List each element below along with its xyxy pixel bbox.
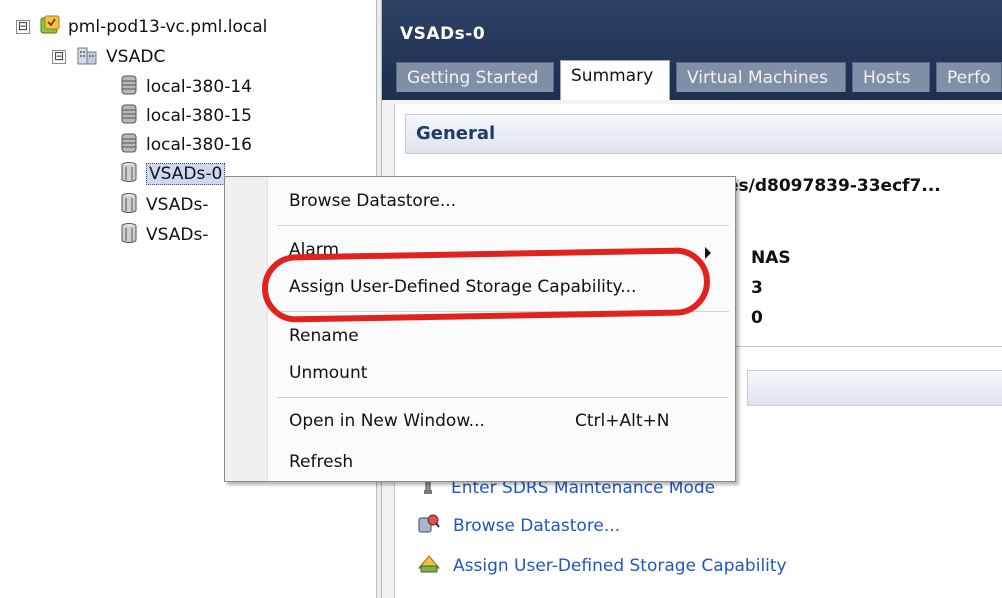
tree-label: local-380-14 bbox=[146, 77, 252, 97]
datacenter-icon bbox=[76, 44, 98, 71]
assign-storage-capability-link[interactable]: Assign User-Defined Storage Capability bbox=[417, 552, 787, 579]
tree-node-datastore[interactable]: local-380-15 bbox=[120, 103, 252, 129]
tree-node-datastore[interactable]: local-380-14 bbox=[120, 74, 252, 100]
menu-separator bbox=[277, 397, 729, 399]
datastore-icon bbox=[120, 132, 138, 159]
tree-label: VSADs- bbox=[146, 225, 209, 245]
browse-datastore-icon bbox=[417, 512, 441, 539]
nfs-datastore-icon bbox=[120, 161, 138, 188]
tab-performance[interactable]: Perfo bbox=[936, 62, 1002, 92]
menu-item-open-new-window[interactable]: Open in New Window... bbox=[289, 411, 485, 431]
tree-label: local-380-15 bbox=[146, 106, 252, 126]
browse-datastore-link[interactable]: Browse Datastore... bbox=[417, 512, 620, 539]
tree-label-vcenter: pml-pod13-vc.pml.local bbox=[68, 17, 268, 37]
datastore-icon bbox=[120, 103, 138, 130]
object-title: VSADs-0 bbox=[400, 24, 486, 44]
tree-node-datacenter[interactable]: ⊟ VSADC bbox=[52, 44, 165, 70]
tree-node-vcenter[interactable]: ⊟ pml-pod13-vc.pml.local bbox=[16, 14, 267, 40]
nfs-datastore-icon bbox=[120, 192, 138, 219]
menu-item-browse-datastore[interactable]: Browse Datastore... bbox=[289, 191, 456, 211]
virtual-machines-value: 0 bbox=[751, 308, 763, 328]
menu-separator bbox=[277, 225, 729, 227]
browse-datastore-label: Browse Datastore... bbox=[453, 515, 621, 536]
menu-item-rename[interactable]: Rename bbox=[289, 326, 359, 346]
tab-virtual-machines[interactable]: Virtual Machines bbox=[676, 62, 846, 92]
nfs-datastore-icon bbox=[120, 222, 138, 249]
tree-node-datastore-selected[interactable]: VSADs-0 bbox=[120, 161, 226, 188]
tree-node-datastore[interactable]: VSADs- bbox=[120, 222, 208, 248]
tab-summary[interactable]: Summary bbox=[560, 60, 670, 100]
datastore-context-menu: Browse Datastore... Alarm Assign User-De… bbox=[224, 176, 736, 482]
general-title: General bbox=[416, 123, 496, 144]
datastore-icon bbox=[120, 74, 138, 101]
tree-label-datacenter: VSADC bbox=[106, 47, 166, 67]
datastore-type-value: NAS bbox=[751, 248, 791, 268]
connected-hosts-value: 3 bbox=[751, 278, 763, 298]
datastore-path: es/d8097839-33ecf7... bbox=[727, 176, 941, 196]
tree-node-datastore[interactable]: local-380-16 bbox=[120, 132, 252, 158]
tab-getting-started[interactable]: Getting Started bbox=[396, 62, 554, 92]
general-section-header[interactable]: General bbox=[405, 114, 1002, 154]
vcenter-icon bbox=[40, 15, 60, 40]
assign-storage-capability-label: Assign User-Defined Storage Capability bbox=[453, 555, 787, 576]
collapse-icon[interactable]: ⊟ bbox=[52, 50, 66, 64]
tree-label: local-380-16 bbox=[146, 135, 252, 155]
submenu-arrow-icon bbox=[705, 247, 711, 259]
menu-icon-gutter bbox=[225, 177, 268, 481]
object-header: VSADs-0 Getting Started Summary Virtual … bbox=[382, 0, 1002, 100]
collapse-icon[interactable]: ⊟ bbox=[16, 20, 30, 34]
commands-section-header[interactable] bbox=[747, 370, 1002, 406]
tree-label: VSADs- bbox=[146, 195, 209, 215]
menu-shortcut-open-new-window: Ctrl+Alt+N bbox=[575, 411, 670, 431]
tab-hosts[interactable]: Hosts bbox=[852, 62, 930, 92]
menu-item-unmount[interactable]: Unmount bbox=[289, 363, 367, 383]
menu-item-refresh[interactable]: Refresh bbox=[289, 452, 353, 472]
storage-capability-icon bbox=[417, 552, 441, 579]
red-highlight-annotation bbox=[261, 247, 711, 323]
tree-label: VSADs-0 bbox=[146, 163, 226, 185]
tree-node-datastore[interactable]: VSADs- bbox=[120, 192, 208, 218]
